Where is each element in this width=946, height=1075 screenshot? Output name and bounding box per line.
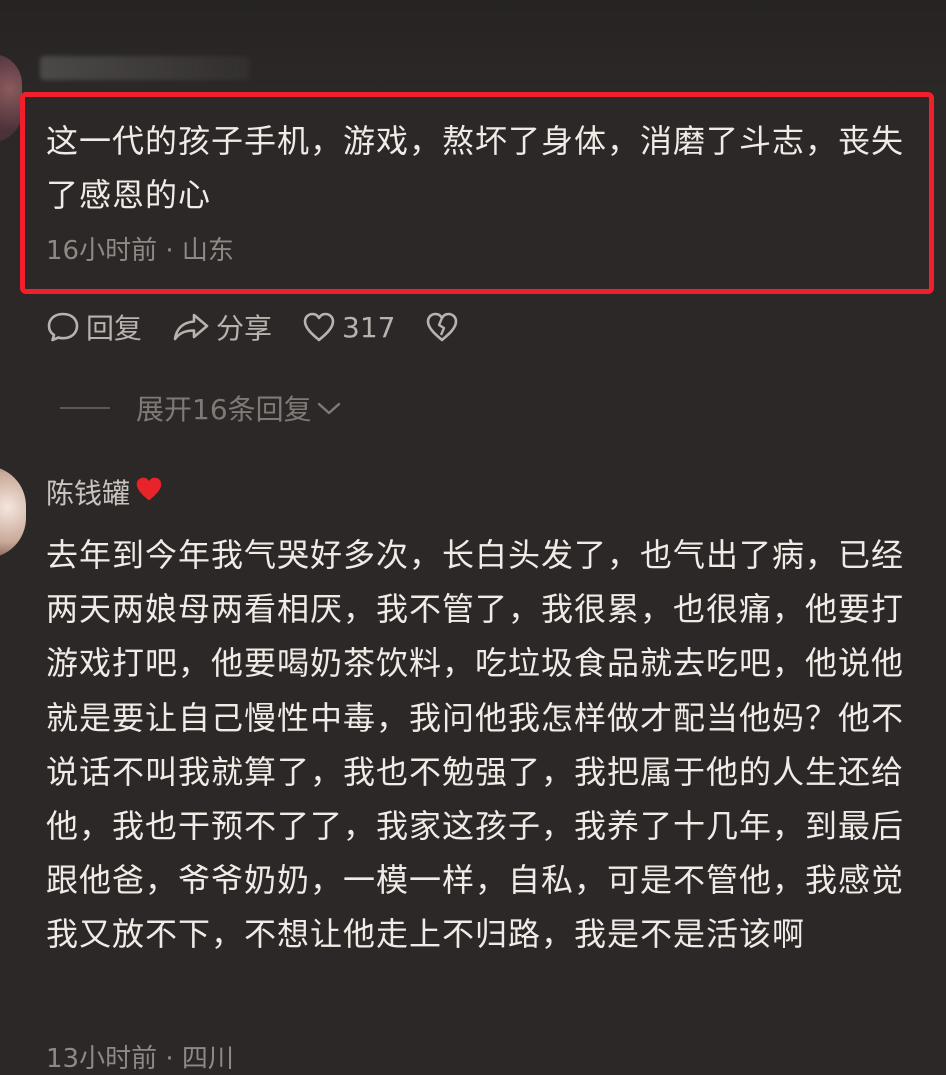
dislike-button[interactable]	[425, 311, 459, 343]
chat-bubble-icon	[46, 310, 80, 344]
blurred-username	[40, 56, 250, 80]
share-label: 分享	[216, 312, 273, 345]
reply-username[interactable]: 陈钱罐	[46, 472, 130, 512]
reply-username-row: 陈钱罐	[46, 472, 164, 512]
reply-text: 去年到今年我气哭好多次，长白头发了，也气出了病，已经两天两娘母两看相厌，我不管了…	[46, 536, 905, 954]
expand-replies-button[interactable]: 展开16条回复	[136, 388, 342, 428]
like-button[interactable]: 317	[302, 311, 395, 344]
expand-replies-row[interactable]: 展开16条回复	[60, 388, 342, 428]
red-heart-icon	[134, 475, 164, 510]
expand-replies-label: 展开16条回复	[136, 393, 312, 426]
reply-meta: 13小时前 · 四川	[46, 1044, 234, 1074]
expand-divider	[60, 407, 110, 409]
heart-icon	[302, 311, 336, 343]
like-count: 317	[342, 310, 396, 344]
comment-text: 这一代的孩子手机，游戏，熬坏了身体，消磨了斗志，丧失了感恩的心	[46, 122, 905, 214]
broken-heart-icon	[425, 311, 459, 343]
reply-avatar[interactable]	[0, 466, 26, 558]
share-button[interactable]: 分享	[172, 307, 272, 347]
reply-label: 回复	[86, 312, 143, 345]
reply-button[interactable]: 回复	[46, 307, 142, 347]
comment-meta: 16小时前 · 山东	[46, 236, 234, 266]
share-arrow-icon	[172, 310, 210, 344]
chevron-down-icon	[316, 392, 342, 425]
comment-actions: 回复 分享 317	[46, 306, 459, 348]
